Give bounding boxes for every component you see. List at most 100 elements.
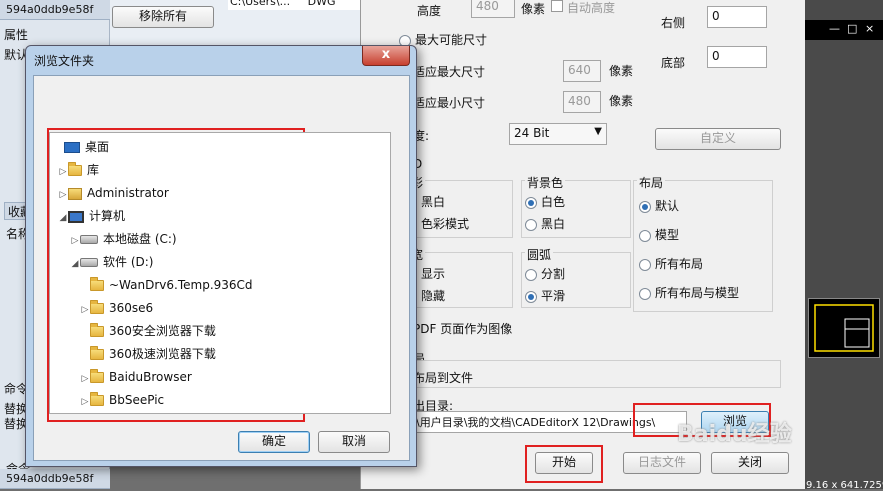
folder-icon [90,392,104,406]
tree-item[interactable]: ▷ Administrator [58,182,169,204]
close-dialog-button[interactable]: 关闭 [711,452,789,474]
tree-item-label: 本地磁盘 (C:) [103,232,177,246]
auto-height-checkbox[interactable] [551,0,563,12]
bg-white-label: 白色 [541,195,566,209]
cad-drawing-icon [814,304,874,352]
layout-all-radio[interactable] [639,258,651,271]
fit-min-unit: 像素 [609,94,634,108]
browse-folder-dialog: 浏览文件夹 x 桌面 ▷ 库 ▷ Administrator ◢ 计算机 ▷ 本地磁盘 (C:)… [25,45,417,467]
bg-color-group-title: 背景色 [525,174,566,191]
arc-split-radio[interactable] [525,268,537,281]
max-size-label: 最大可能尺寸 [415,33,488,47]
arc-smooth-option[interactable]: 平滑 [525,287,565,304]
tree-item[interactable]: ▷ BbSeePic [80,389,164,411]
bg-black-radio[interactable] [525,218,537,231]
arc-split-label: 分割 [541,267,566,281]
bg-white-radio[interactable] [525,196,537,209]
tree-item[interactable]: ▷ BaiduBrowser [80,366,192,388]
height-label: 高度 [417,4,442,18]
layout-all-model-label: 所有布局与模型 [655,286,740,300]
lw-hide-label: 隐藏 [421,289,446,303]
tree-item-label: 360安全浏览器下载 [109,324,216,338]
tree-item-label: 计算机 [89,209,126,223]
right-margin-input[interactable]: 0 [707,6,767,28]
tree-item[interactable]: 360极速浏览器下载 [80,343,216,365]
layout-to-file-option[interactable]: 布局到文件 [413,369,473,386]
color-bw-label: 黑白 [421,195,446,209]
tree-item-label: BaiduBrowser [109,370,192,384]
start-button[interactable]: 开始 [535,452,593,474]
cad-side-panel [805,0,883,489]
folder-tree[interactable]: 桌面 ▷ 库 ▷ Administrator ◢ 计算机 ▷ 本地磁盘 (C:) ◢ 软件 (D:)… [49,132,391,414]
layout-model-label: 模型 [655,228,680,242]
layout-group-title: 布局 [637,174,666,191]
right-margin-label: 右侧 [661,16,686,30]
tree-item[interactable]: ◢ 软件 (D:) [70,251,154,275]
status-coordinates: 9.16 x 641.7259 [806,480,883,491]
tree-item[interactable]: 桌面 [54,136,109,158]
layout-all-model-radio[interactable] [639,287,651,300]
expand-arrow-icon[interactable]: ▷ [80,299,90,321]
chevron-down-icon: ▼ [594,126,602,137]
color-depth-select[interactable]: 24 Bit ▼ [509,123,607,145]
tree-item[interactable]: ~WanDrv6.Temp.936Cd [80,274,253,296]
computer-icon [68,210,84,223]
pdf-image-option[interactable]: PDF 页面作为图像 [413,320,512,337]
tree-item[interactable]: ▷ 库 [58,159,99,181]
height-input[interactable]: 480 [471,0,515,18]
expand-arrow-icon[interactable]: ◢ [58,207,68,229]
panel-title-bottom: 594a0ddb9e58f [0,469,110,489]
tree-item[interactable]: ◢ 计算机 [58,205,125,227]
expand-arrow-icon[interactable]: ▷ [58,184,68,206]
bottom-margin-input[interactable]: 0 [707,46,767,68]
layout-all-option[interactable]: 所有布局 [639,255,703,272]
bg-white-option[interactable]: 白色 [525,193,565,210]
fit-max-input[interactable]: 640 [563,60,601,82]
expand-arrow-icon[interactable]: ▷ [70,230,80,252]
file-list-row[interactable]: C:\Users\... DWG [228,0,360,10]
auto-height-label: 自动高度 [567,1,616,15]
cancel-button[interactable]: 取消 [318,431,390,453]
tree-item-label: 360极速浏览器下载 [109,347,216,361]
layout-all-model-option[interactable]: 所有布局与模型 [639,284,739,301]
arc-smooth-radio[interactable] [525,290,537,303]
expand-arrow-icon[interactable]: ◢ [70,253,80,275]
lw-show-label: 显示 [421,267,446,281]
ok-button[interactable]: 确定 [238,431,310,453]
close-icon[interactable]: x [362,46,410,66]
tree-item-label: 桌面 [85,140,110,154]
file-path: C:\Users\... [230,0,291,8]
remove-all-button[interactable]: 移除所有 [112,6,214,28]
fit-min-input[interactable]: 480 [563,91,601,113]
arc-group-title: 圆弧 [525,246,554,263]
layout-model-radio[interactable] [639,229,651,242]
export-options-dialog: 高度 480 像素 自动高度 最大可能尺寸 适应最大尺寸 640 像素 适应最小… [360,0,805,489]
dialog-body: 桌面 ▷ 库 ▷ Administrator ◢ 计算机 ▷ 本地磁盘 (C:) ◢ 软件 (D:)… [33,75,410,461]
bg-black-option[interactable]: 黑白 [525,215,565,232]
restore-icon[interactable]: □ [847,22,857,35]
tree-item[interactable]: 360安全浏览器下载 [80,320,216,342]
layout-default-option[interactable]: 默认 [639,197,679,214]
close-icon[interactable]: × [865,22,874,35]
minimize-icon[interactable]: — [829,22,840,35]
expand-arrow-icon[interactable]: ▷ [58,161,68,183]
expand-arrow-icon[interactable]: ▷ [80,391,90,413]
height-unit: 像素 [521,2,546,16]
tree-scrollbar[interactable]: ▲ ▼ [390,134,391,414]
layout-all-label: 所有布局 [655,257,704,271]
layout-default-radio[interactable] [639,200,651,213]
tree-item[interactable]: ▷ 360se6 [80,297,153,319]
folder-icon [90,323,104,337]
cad-window-controls: — □ × [805,20,883,40]
arc-split-option[interactable]: 分割 [525,265,565,282]
custom-button[interactable]: 自定义 [655,128,781,150]
log-file-button[interactable]: 日志文件 [623,452,701,474]
drive-d-icon [80,258,98,267]
layout-model-option[interactable]: 模型 [639,226,679,243]
expand-arrow-icon[interactable]: ▷ [80,368,90,390]
tab-attributes[interactable]: 属性 [4,26,28,43]
arc-smooth-label: 平滑 [541,289,566,303]
desktop-icon [64,142,80,153]
file-type: DWG [307,0,336,8]
tree-item[interactable]: ▷ 本地磁盘 (C:) [70,228,177,250]
